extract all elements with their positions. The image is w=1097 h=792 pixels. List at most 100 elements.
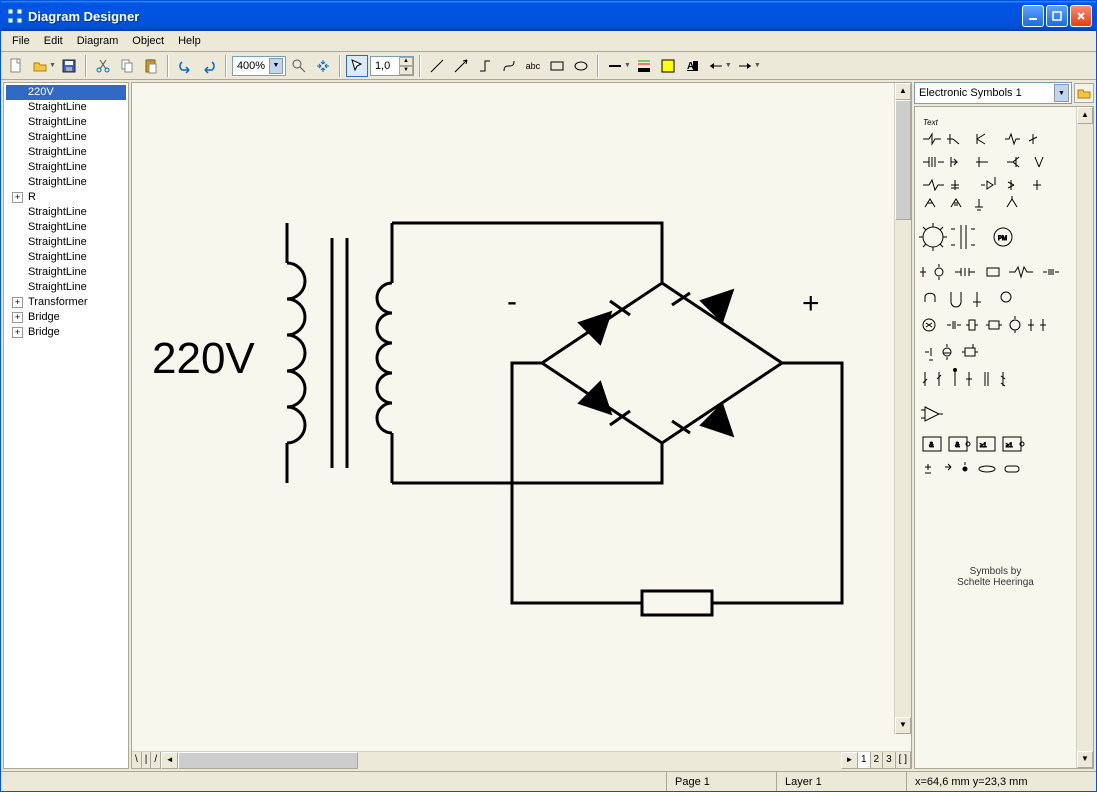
arrowend-dropdown-icon[interactable]: ▼ [754,62,761,69]
status-empty [1,772,666,791]
tree-item[interactable]: StraightLine [6,265,126,280]
scroll-up-icon[interactable]: ▲ [1077,107,1093,124]
page-tab-prev[interactable]: \ [132,752,142,768]
cut-button[interactable] [92,55,114,77]
text-color-button[interactable]: A [681,55,703,77]
tree-item[interactable]: StraightLine [6,100,126,115]
menu-diagram[interactable]: Diagram [70,33,126,49]
voltage-label: 220V [152,334,255,383]
menu-object[interactable]: Object [125,33,171,49]
hscroll-thumb[interactable] [178,752,358,769]
spin-up-icon[interactable]: ▲ [399,57,413,66]
svg-text:&: & [929,442,934,449]
tree-item[interactable]: 220V [6,85,126,100]
canvas-hscrollbar[interactable]: ◄ ► [161,752,858,769]
palette-open-button[interactable] [1074,83,1094,103]
palette-vscrollbar[interactable]: ▲ ▼ [1076,107,1093,768]
zoom-tool-button[interactable] [288,55,310,77]
connector2-button[interactable] [498,55,520,77]
connector1-button[interactable] [474,55,496,77]
page-tab-next[interactable]: / [151,752,161,768]
status-coords: x=64,6 mm y=23,3 mm [906,772,1096,791]
menu-file[interactable]: File [5,33,37,49]
copy-button[interactable] [116,55,138,77]
tree-item[interactable]: StraightLine [6,220,126,235]
new-button[interactable] [5,55,27,77]
tree-item[interactable]: StraightLine [6,175,126,190]
linewidth-value: 1,0 [375,60,390,72]
tree-item[interactable]: StraightLine [6,160,126,175]
canvas-wrap: 220V - + ▲ ▼ \ | / ◄ ► 1 2 3 [ ] [131,82,912,769]
scroll-up-icon[interactable]: ▲ [895,83,911,100]
redo-button[interactable] [198,55,220,77]
menu-edit[interactable]: Edit [37,33,70,49]
fill-color-button[interactable] [657,55,679,77]
pan-tool-button[interactable] [312,55,334,77]
page-tab-2[interactable]: 2 [871,752,884,768]
palette-panel: Electronic Symbols 1 ▼ Text [914,82,1094,769]
palette-body[interactable]: Text PM [914,106,1094,769]
linestyle-dropdown-icon[interactable]: ▼ [624,62,631,69]
linewidth-spinner[interactable]: 1,0 ▲ ▼ [370,56,414,76]
line-style-button[interactable] [604,55,626,77]
page-tab-3[interactable]: 3 [883,752,896,768]
save-button[interactable] [58,55,80,77]
arrow-start-button[interactable] [705,55,727,77]
line-tool-button[interactable] [426,55,448,77]
tree-item[interactable]: StraightLine [6,145,126,160]
arrow-tool-button[interactable] [450,55,472,77]
pointer-tool-button[interactable] [346,55,368,77]
open-dropdown-icon[interactable]: ▼ [49,62,56,69]
palette-set-combo[interactable]: Electronic Symbols 1 ▼ [914,82,1072,104]
minimize-button[interactable] [1022,5,1044,27]
scroll-down-icon[interactable]: ▼ [1077,751,1093,768]
tree-item[interactable]: StraightLine [6,250,126,265]
tree-item[interactable]: R [6,190,126,205]
object-tree[interactable]: 220VStraightLineStraightLineStraightLine… [3,82,129,769]
svg-text:≥1: ≥1 [1006,443,1013,449]
tree-item[interactable]: StraightLine [6,205,126,220]
close-button[interactable] [1070,5,1092,27]
scroll-left-icon[interactable]: ◄ [161,752,178,769]
canvas-vscrollbar[interactable]: ▲ ▼ [894,83,911,734]
maximize-button[interactable] [1046,5,1068,27]
status-layer: Layer 1 [776,772,906,791]
page-tab-first[interactable]: | [142,752,152,768]
tree-item[interactable]: Transformer [6,295,126,310]
toolbar: ▼ 400% ▼ 1,0 ▲ ▼ abc ▼ A ▼ ▼ [1,52,1096,80]
undo-button[interactable] [174,55,196,77]
status-page: Page 1 [666,772,776,791]
menu-help[interactable]: Help [171,33,208,49]
chevron-down-icon[interactable]: ▼ [1054,84,1069,102]
tree-item[interactable]: StraightLine [6,115,126,130]
tree-item[interactable]: StraightLine [6,130,126,145]
zoom-combo[interactable]: 400% ▼ [232,56,286,76]
text-tool-button[interactable]: abc [522,55,544,77]
minus-label: - [507,285,517,318]
paste-button[interactable] [140,55,162,77]
palette-credit: Symbols by Schelte Heeringa [915,566,1076,588]
palette-set-name: Electronic Symbols 1 [919,87,1022,99]
scroll-down-icon[interactable]: ▼ [895,717,911,734]
page-tab-1[interactable]: 1 [858,752,871,768]
content-area: 220VStraightLineStraightLineStraightLine… [1,80,1096,771]
chevron-down-icon[interactable]: ▼ [269,58,283,74]
line-color-button[interactable] [633,55,655,77]
rect-tool-button[interactable] [546,55,568,77]
tree-item[interactable]: StraightLine [6,280,126,295]
vscroll-thumb[interactable] [895,100,911,220]
zoom-value: 400% [237,60,265,72]
arrow-end-button[interactable] [734,55,756,77]
arrowstart-dropdown-icon[interactable]: ▼ [725,62,732,69]
menubar: File Edit Diagram Object Help [1,31,1096,52]
tree-item[interactable]: Bridge [6,310,126,325]
spin-down-icon[interactable]: ▼ [399,66,413,75]
svg-text:Text: Text [923,118,939,127]
diagram-canvas[interactable]: 220V - + ▲ ▼ [132,83,911,751]
page-tab-new[interactable]: [ ] [896,752,911,768]
scroll-right-icon[interactable]: ► [841,752,858,769]
ellipse-tool-button[interactable] [570,55,592,77]
tree-item[interactable]: Bridge [6,325,126,340]
tree-item[interactable]: StraightLine [6,235,126,250]
open-button[interactable] [29,55,51,77]
